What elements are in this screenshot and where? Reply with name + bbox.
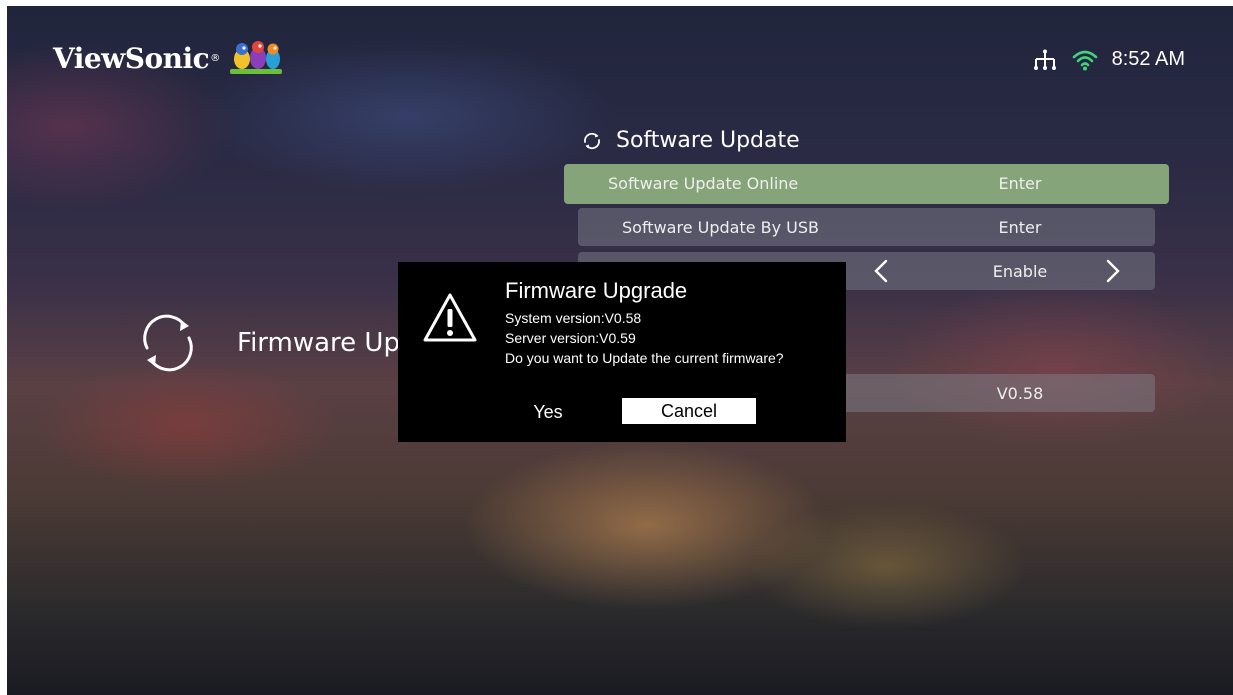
dialog-question: Do you want to Update the current firmwa… bbox=[505, 350, 784, 366]
registered-mark: ® bbox=[210, 52, 221, 64]
refresh-icon bbox=[584, 132, 600, 149]
firmware-upgrade-dialog: Firmware Upgrade System version:V0.58 Se… bbox=[398, 262, 846, 442]
left-category-label: Firmware Up bbox=[237, 328, 400, 358]
menu-item-value: Enable bbox=[992, 262, 1048, 281]
dialog-title: Firmware Upgrade bbox=[505, 278, 688, 303]
viewsonic-logo: ViewSonic ® bbox=[53, 38, 284, 78]
menu-item-label: Software Update Online bbox=[608, 174, 799, 193]
chevron-right-icon[interactable] bbox=[1100, 258, 1124, 284]
warning-icon bbox=[423, 293, 477, 342]
menu-item-software-update-by-usb[interactable]: Software Update By USB Enter bbox=[578, 208, 1155, 246]
left-category: Firmware Up bbox=[137, 312, 400, 374]
wifi-icon bbox=[1072, 50, 1097, 70]
section-header: Software Update bbox=[582, 128, 800, 153]
chevron-left-icon[interactable] bbox=[870, 258, 894, 284]
system-version-text: System version:V0.58 bbox=[505, 310, 642, 326]
menu-item-software-update-online[interactable]: Software Update Online Enter bbox=[564, 164, 1169, 204]
menu-item-value: Enter bbox=[998, 218, 1042, 237]
refresh-icon bbox=[143, 314, 193, 372]
tv-screen: ViewSonic ® 8:52 AM Firmware Up Software… bbox=[7, 6, 1233, 695]
menu-item-value: Enter bbox=[998, 174, 1042, 193]
menu-item-label: Software Update By USB bbox=[622, 218, 820, 237]
clock-time: 8:52 AM bbox=[1111, 48, 1185, 70]
brand-name: ViewSonic bbox=[53, 41, 210, 75]
section-title: Software Update bbox=[616, 128, 800, 153]
birds-logo-icon bbox=[230, 41, 283, 74]
yes-button[interactable]: Yes bbox=[508, 400, 588, 424]
menu-item-value: V0.58 bbox=[996, 384, 1044, 403]
ethernet-icon bbox=[1033, 49, 1056, 70]
cancel-button[interactable]: Cancel bbox=[622, 398, 756, 424]
status-bar: 8:52 AM bbox=[1032, 48, 1185, 71]
server-version-text: Server version:V0.59 bbox=[505, 330, 636, 346]
